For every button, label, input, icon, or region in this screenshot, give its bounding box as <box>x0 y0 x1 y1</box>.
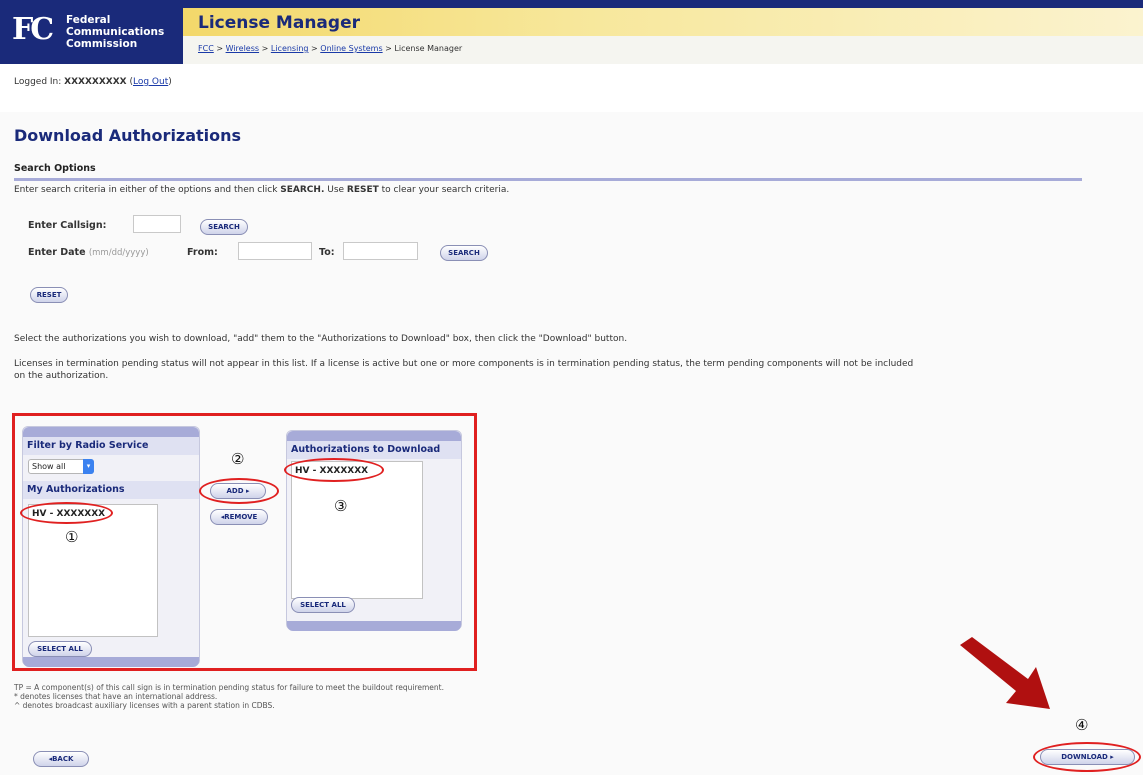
to-label: To: <box>319 247 335 258</box>
panel-top-cap <box>287 431 461 441</box>
red-arrow-icon <box>960 637 1050 709</box>
annotation-oval-2 <box>199 478 279 504</box>
breadcrumb: FCC > Wireless > Licensing > Online Syst… <box>198 44 463 53</box>
chevron-down-icon: ▾ <box>83 459 94 474</box>
reset-button[interactable]: RESET <box>30 287 68 303</box>
step-marker-1: ① <box>65 528 79 546</box>
from-date-input[interactable] <box>238 242 312 260</box>
select-instructions: Select the authorizations you wish to do… <box>14 334 628 344</box>
date-format-hint: (mm/dd/yyyy) <box>88 248 149 258</box>
download-list-header: Authorizations to Download <box>287 441 461 459</box>
to-date-input[interactable] <box>343 242 418 260</box>
step-marker-2: ② <box>231 450 245 468</box>
step-marker-3: ③ <box>334 497 348 515</box>
annotation-oval-3 <box>284 458 384 482</box>
my-authorizations-header: My Authorizations <box>23 481 199 499</box>
login-status: Logged In: XXXXXXXXX (Log Out) <box>14 77 172 87</box>
back-button[interactable]: ◂BACK <box>33 751 89 767</box>
breadcrumb-online-systems[interactable]: Online Systems <box>320 44 382 53</box>
callsign-input[interactable] <box>133 215 181 233</box>
logout-link[interactable]: Log Out <box>133 77 168 87</box>
panel-bottom-cap <box>23 657 199 667</box>
search-options-title: Search Options <box>14 163 96 174</box>
my-authorizations-list[interactable]: HV - XXXXXXX <box>28 504 158 637</box>
search-instructions: Enter search criteria in either of the o… <box>14 185 510 195</box>
from-label: From: <box>187 247 218 258</box>
breadcrumb-wireless[interactable]: Wireless <box>226 44 259 53</box>
radio-service-select[interactable]: Show all ▾ <box>28 459 94 474</box>
date-label: Enter Date (mm/dd/yyyy) <box>28 247 149 258</box>
download-list[interactable]: HV - XXXXXXX <box>291 461 423 599</box>
callsign-label: Enter Callsign: <box>28 220 107 231</box>
select-all-right-button[interactable]: SELECT ALL <box>291 597 355 613</box>
footnotes: TP = A component(s) of this call sign is… <box>14 683 444 710</box>
fcc-logo-mark: FC <box>12 12 54 47</box>
section-divider <box>14 178 1082 181</box>
fcc-logo[interactable]: FC Federal Communications Commission <box>0 0 183 64</box>
step-marker-4: ④ <box>1075 716 1089 734</box>
remove-button[interactable]: ◂REMOVE <box>210 509 268 525</box>
my-authorizations-panel: Filter by Radio Service Show all ▾ My Au… <box>22 426 200 667</box>
filter-header: Filter by Radio Service <box>23 437 199 455</box>
breadcrumb-fcc[interactable]: FCC <box>198 44 214 53</box>
app-title: License Manager <box>198 13 360 33</box>
username: XXXXXXXXX <box>64 77 127 87</box>
download-button[interactable]: DOWNLOAD ▸ <box>1040 749 1135 765</box>
select-all-left-button[interactable]: SELECT ALL <box>28 641 92 657</box>
fcc-logo-text: Federal Communications Commission <box>66 14 165 50</box>
termination-note: Licenses in termination pending status w… <box>14 359 914 381</box>
panel-bottom-cap <box>287 621 461 631</box>
date-search-button[interactable]: SEARCH <box>440 245 488 261</box>
annotation-oval-1 <box>20 502 113 524</box>
breadcrumb-licensing[interactable]: Licensing <box>271 44 309 53</box>
page-title: Download Authorizations <box>14 126 242 145</box>
site-header: FC Federal Communications Commission Lic… <box>0 0 1143 64</box>
callsign-search-button[interactable]: SEARCH <box>200 219 248 235</box>
arrow-right-icon: ▸ <box>1110 753 1114 761</box>
panel-top-cap <box>23 427 199 437</box>
breadcrumb-current: License Manager <box>394 44 463 53</box>
